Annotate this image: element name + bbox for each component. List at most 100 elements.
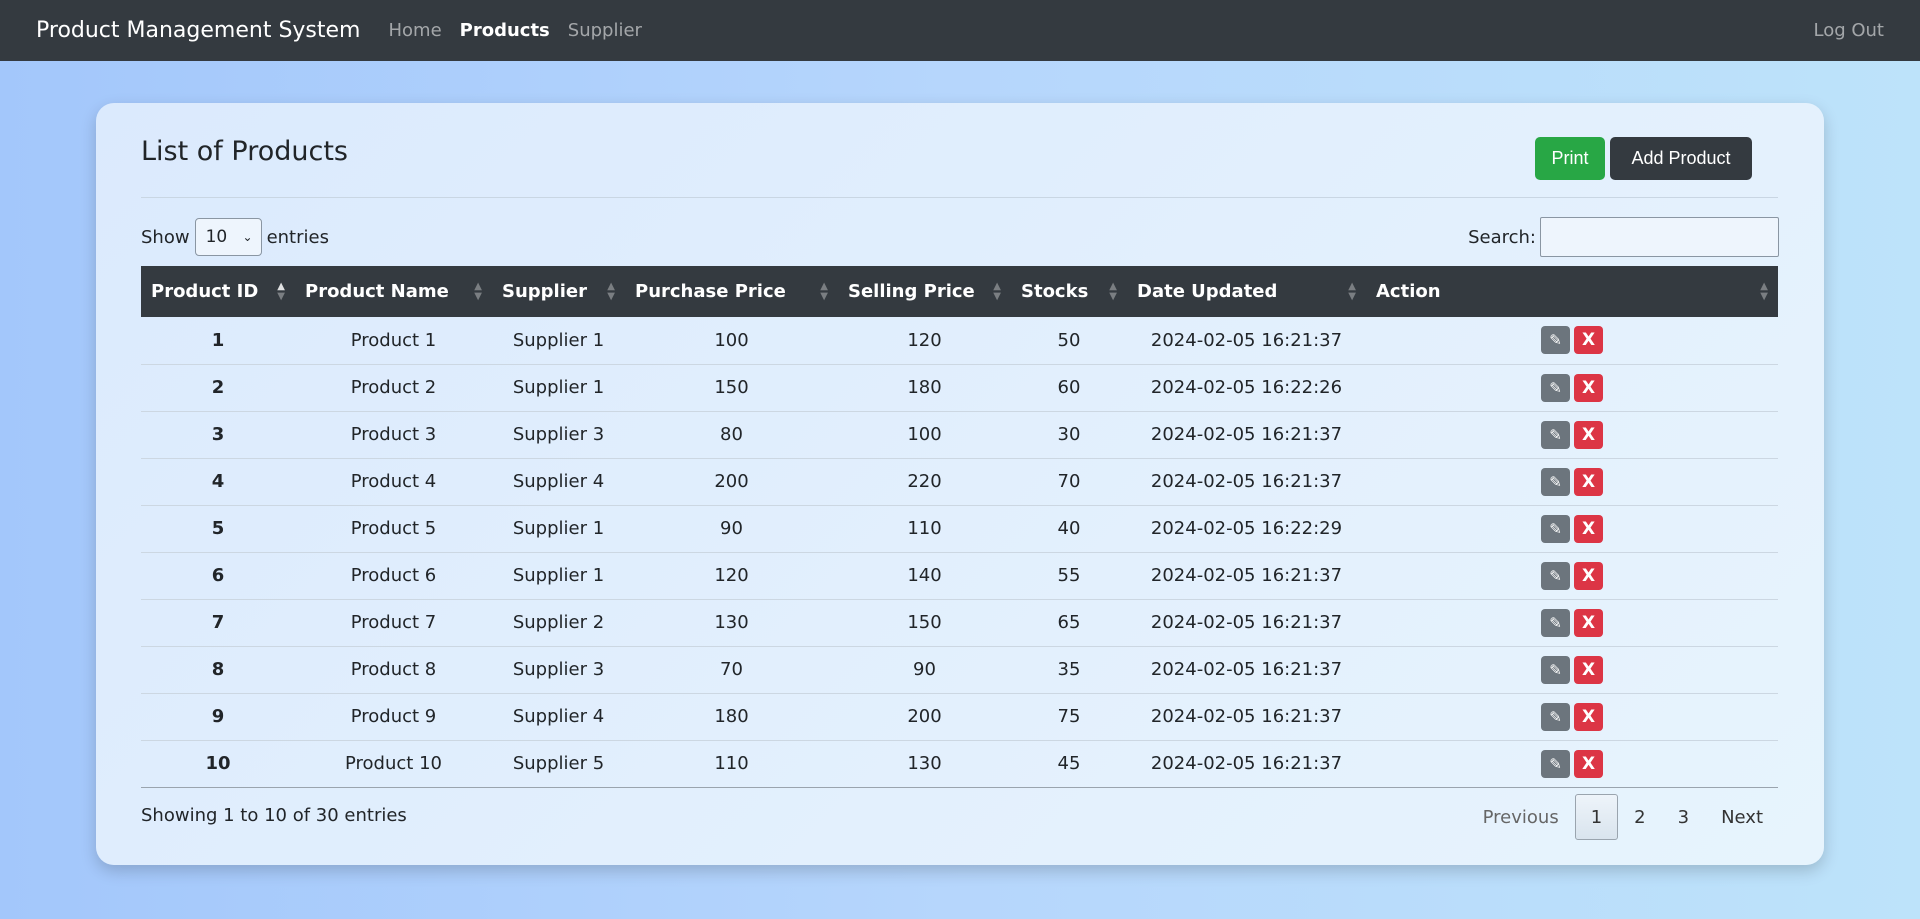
cell-stocks: 30: [1057, 424, 1081, 445]
cell-stocks: 65: [1057, 612, 1081, 633]
column-header-supplier[interactable]: Supplier ▲ ▼: [492, 266, 625, 317]
add-product-button[interactable]: Add Product: [1610, 137, 1752, 180]
delete-button[interactable]: X: [1574, 420, 1603, 449]
column-header-product-id[interactable]: Product ID ▲ ▼: [141, 266, 295, 317]
top-navbar: Product Management System Home Products …: [0, 0, 1920, 61]
column-header-stocks[interactable]: Stocks ▲ ▼: [1011, 266, 1127, 317]
column-header-product-name[interactable]: Product Name ▲ ▼: [295, 266, 492, 317]
table-row: 2 Product 2 Supplier 1 150 180 60 2024-02-05 1…: [141, 364, 1778, 411]
pencil-icon: ✎: [1549, 331, 1562, 350]
cell-action: ✎ X: [1366, 693, 1778, 740]
edit-button[interactable]: ✎: [1541, 655, 1570, 684]
cell-date-updated: 2024-02-05 16:21:37: [1150, 706, 1343, 727]
delete-button[interactable]: X: [1574, 561, 1603, 590]
table-row: 3 Product 3 Supplier 3 80 100 30 2024-02-05 16…: [141, 411, 1778, 458]
cell-supplier: Supplier 1: [512, 329, 605, 351]
previous-page-button[interactable]: Previous: [1467, 794, 1575, 840]
edit-button[interactable]: ✎: [1541, 373, 1570, 402]
entries-select-value: 10: [205, 227, 228, 247]
cell-stocks: 70: [1057, 471, 1081, 492]
cell-date-updated: 2024-02-05 16:21:37: [1150, 471, 1343, 492]
cell-purchase-price: 130: [714, 612, 749, 633]
sort-icon: ▲ ▼: [993, 280, 1001, 302]
cell-product-id: 6: [211, 565, 225, 586]
edit-button[interactable]: ✎: [1541, 561, 1570, 590]
edit-button[interactable]: ✎: [1541, 702, 1570, 731]
cell-stocks: 60: [1057, 377, 1081, 398]
cell-product-id: 9: [211, 706, 225, 727]
delete-button[interactable]: X: [1574, 514, 1603, 543]
cell-product-id: 7: [211, 612, 225, 633]
edit-button[interactable]: ✎: [1541, 420, 1570, 449]
delete-button[interactable]: X: [1574, 608, 1603, 637]
entries-select[interactable]: 10 ⌄: [194, 218, 262, 256]
delete-button[interactable]: X: [1574, 467, 1603, 496]
cell-selling-price: 150: [907, 612, 942, 633]
logout-link[interactable]: Log Out: [1813, 20, 1884, 41]
cell-purchase-price: 180: [714, 706, 749, 727]
edit-button[interactable]: ✎: [1541, 467, 1570, 496]
cell-selling-price: 200: [907, 706, 942, 727]
cell-stocks: 55: [1057, 565, 1081, 586]
pagination: Previous 1 2 3 Next: [1467, 794, 1779, 840]
cell-supplier: Supplier 2: [512, 612, 605, 633]
cell-purchase-price: 110: [714, 753, 749, 774]
table-row: 6 Product 6 Supplier 1 120 140 55 2024-02-05 1…: [141, 552, 1778, 599]
page-button-3[interactable]: 3: [1662, 794, 1705, 840]
pencil-icon: ✎: [1549, 519, 1562, 538]
pencil-icon: ✎: [1549, 754, 1562, 773]
column-header-action[interactable]: Action ▲ ▼: [1366, 266, 1778, 317]
table-row: 5 Product 5 Supplier 1 90 110 40 2024-02-05 16…: [141, 505, 1778, 552]
entries-label: entries: [266, 226, 329, 248]
cell-purchase-price: 120: [714, 565, 749, 586]
cell-date-updated: 2024-02-05 16:21:37: [1150, 565, 1343, 586]
page-button-1[interactable]: 1: [1574, 794, 1619, 840]
delete-button[interactable]: X: [1574, 373, 1603, 402]
delete-button[interactable]: X: [1574, 326, 1603, 355]
print-button[interactable]: Print: [1535, 137, 1605, 180]
cell-supplier: Supplier 4: [512, 471, 605, 492]
edit-button[interactable]: ✎: [1541, 326, 1570, 355]
edit-button[interactable]: ✎: [1541, 514, 1570, 543]
page-button-2[interactable]: 2: [1618, 794, 1661, 840]
cell-action: ✎ X: [1366, 599, 1778, 646]
cell-product-id: 8: [211, 659, 225, 680]
brand-title[interactable]: Product Management System: [36, 18, 360, 43]
cell-supplier: Supplier 1: [512, 565, 605, 586]
sort-icon: ▲ ▼: [1348, 280, 1356, 302]
cell-stocks: 50: [1057, 329, 1081, 351]
cell-purchase-price: 70: [720, 659, 743, 680]
pencil-icon: ✎: [1549, 613, 1562, 632]
cell-date-updated: 2024-02-05 16:21:37: [1150, 612, 1343, 633]
products-card: List of Products Print Add Product Show …: [96, 103, 1824, 865]
delete-button[interactable]: X: [1574, 749, 1603, 778]
table-info: Showing 1 to 10 of 30 entries: [141, 805, 407, 826]
delete-button[interactable]: X: [1574, 655, 1603, 684]
nav-link-supplier[interactable]: Supplier: [568, 20, 642, 41]
table-row: 10 Product 10 Supplier 5 110 130 45 2024-02-05…: [141, 740, 1778, 787]
cell-supplier: Supplier 4: [512, 706, 605, 727]
cell-purchase-price: 100: [714, 329, 749, 351]
next-page-button[interactable]: Next: [1705, 794, 1779, 840]
nav-link-products[interactable]: Products: [460, 20, 550, 41]
column-header-purchase-price[interactable]: Purchase Price ▲ ▼: [625, 266, 838, 317]
sort-icon: ▲ ▼: [607, 280, 615, 302]
pencil-icon: ✎: [1549, 566, 1562, 585]
nav-link-home[interactable]: Home: [388, 20, 441, 41]
cell-selling-price: 140: [907, 565, 942, 586]
cell-product-name: Product 3: [350, 424, 437, 445]
cell-product-name: Product 9: [350, 706, 437, 727]
cell-date-updated: 2024-02-05 16:21:37: [1150, 659, 1343, 680]
delete-button[interactable]: X: [1574, 702, 1603, 731]
cell-action: ✎ X: [1366, 411, 1778, 458]
sort-icon: ▲ ▼: [820, 280, 828, 302]
edit-button[interactable]: ✎: [1541, 608, 1570, 637]
search-input[interactable]: [1540, 217, 1779, 257]
edit-button[interactable]: ✎: [1541, 749, 1570, 778]
cell-action: ✎ X: [1366, 364, 1778, 411]
column-header-date-updated[interactable]: Date Updated ▲ ▼: [1127, 266, 1366, 317]
cell-action: ✎ X: [1366, 458, 1778, 505]
cell-purchase-price: 200: [714, 471, 749, 492]
pencil-icon: ✎: [1549, 707, 1562, 726]
column-header-selling-price[interactable]: Selling Price ▲ ▼: [838, 266, 1011, 317]
